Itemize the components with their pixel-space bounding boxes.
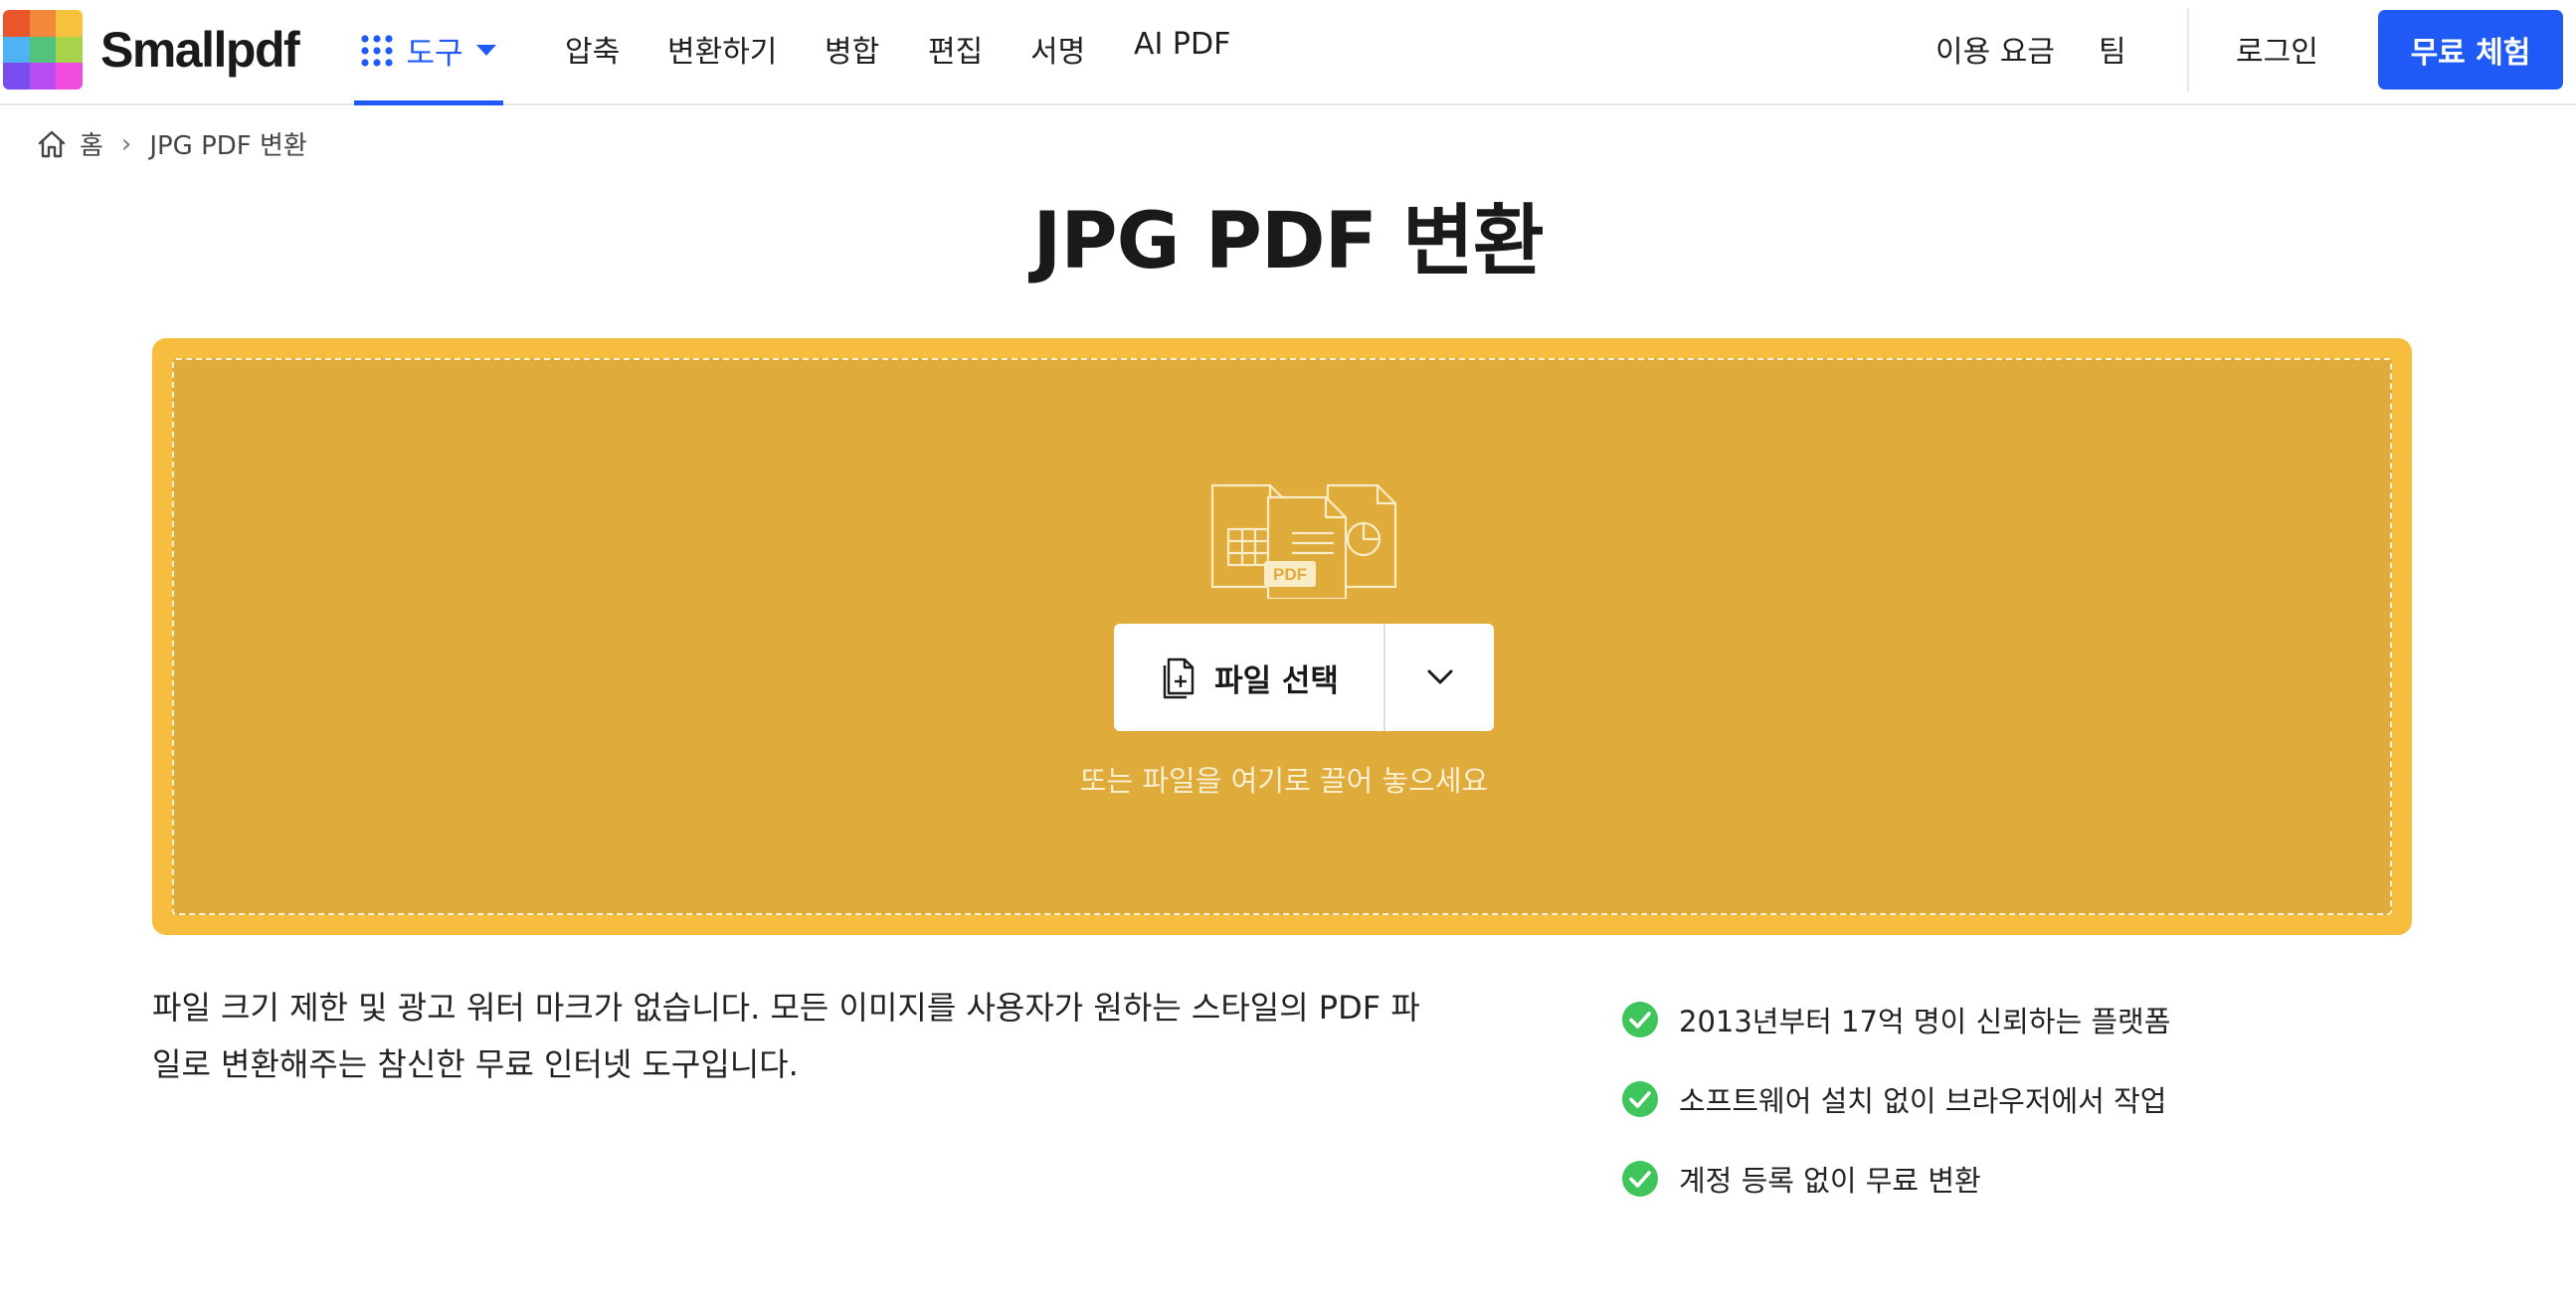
nav-pricing[interactable]: 이용 요금 [1935,27,2055,71]
breadcrumb-home[interactable]: 홈 [80,125,103,162]
file-source-dropdown-button[interactable] [1385,624,1494,731]
nav-team[interactable]: 팀 [2099,27,2126,71]
logo-tile [56,63,83,90]
feature-list: 2013년부터 17억 명이 신뢰하는 플랫폼 소프트웨어 설치 없이 브라우저… [1621,980,2170,1219]
login-link[interactable]: 로그인 [2236,27,2318,71]
apps-grid-icon [361,34,394,67]
nav-sign[interactable]: 서명 [1030,27,1085,71]
feature-text: 계정 등록 없이 무료 변환 [1679,1164,1981,1198]
logo-tile [3,36,30,64]
logo-tile [56,36,83,64]
feature-item: 계정 등록 없이 무료 변환 [1621,1139,2170,1219]
caret-down-icon [475,44,496,56]
nav-ai-pdf[interactable]: AI PDF [1134,27,1230,62]
nav-merge[interactable]: 병합 [825,27,879,71]
logo-tile [29,63,57,90]
file-dropzone[interactable]: PDF 파일 선택 또는 파일을 여기로 끌어 놓으세요 [152,338,2412,935]
pdf-badge-text: PDF [1273,565,1307,584]
logo-tile [3,10,30,37]
file-select-group: 파일 선택 [1114,624,1494,731]
tool-description: 파일 크기 제한 및 광고 워터 마크가 없습니다. 모든 이미지를 사용자가 … [152,989,1420,1083]
nav-edit[interactable]: 편집 [928,27,983,71]
logo-tile [29,36,57,64]
logo-mark-icon [3,10,83,90]
choose-file-label: 파일 선택 [1214,662,1339,699]
nav-compress[interactable]: 압축 [565,27,620,71]
home-icon[interactable] [36,128,68,160]
feature-text: 소프트웨어 설치 없이 브라우저에서 작업 [1679,1084,2167,1118]
check-circle-icon [1622,1161,1658,1197]
logo-wordmark: Smallpdf [100,22,300,78]
logo-tile [29,10,57,37]
feature-item: 소프트웨어 설치 없이 브라우저에서 작업 [1621,1059,2170,1139]
dropzone-inner[interactable]: PDF 파일 선택 또는 파일을 여기로 끌어 놓으세요 [172,358,2392,915]
documents-illustration-icon: PDF [1210,483,1397,599]
feature-text: 2013년부터 17억 명이 신뢰하는 플랫폼 [1679,1005,2171,1038]
chevron-down-icon [1427,669,1452,684]
check-circle-icon [1622,1002,1658,1037]
smallpdf-logo[interactable]: Smallpdf [3,10,300,90]
page-title: JPG PDF 변환 [1032,197,1544,286]
feature-item: 2013년부터 17억 명이 신뢰하는 플랫폼 [1621,980,2170,1059]
header-divider [2187,8,2189,92]
breadcrumb: 홈 › JPG PDF 변환 [36,125,307,162]
free-trial-button[interactable]: 무료 체험 [2378,10,2563,90]
top-navbar: Smallpdf 도구 압축 변환하기 병합 편집 서명 AI PDF 이용 요… [0,0,2576,105]
breadcrumb-separator: › [120,128,132,159]
logo-tile [3,63,30,90]
tools-label: 도구 [406,36,463,72]
add-file-icon [1163,658,1195,699]
drop-hint-text: 또는 파일을 여기로 끌어 놓으세요 [1079,764,1489,798]
breadcrumb-current: JPG PDF 변환 [149,131,307,161]
tools-menu-button[interactable]: 도구 [354,0,503,105]
nav-convert[interactable]: 변환하기 [667,27,777,71]
check-circle-icon [1622,1081,1658,1117]
choose-file-button[interactable]: 파일 선택 [1114,624,1385,731]
logo-tile [56,10,83,37]
